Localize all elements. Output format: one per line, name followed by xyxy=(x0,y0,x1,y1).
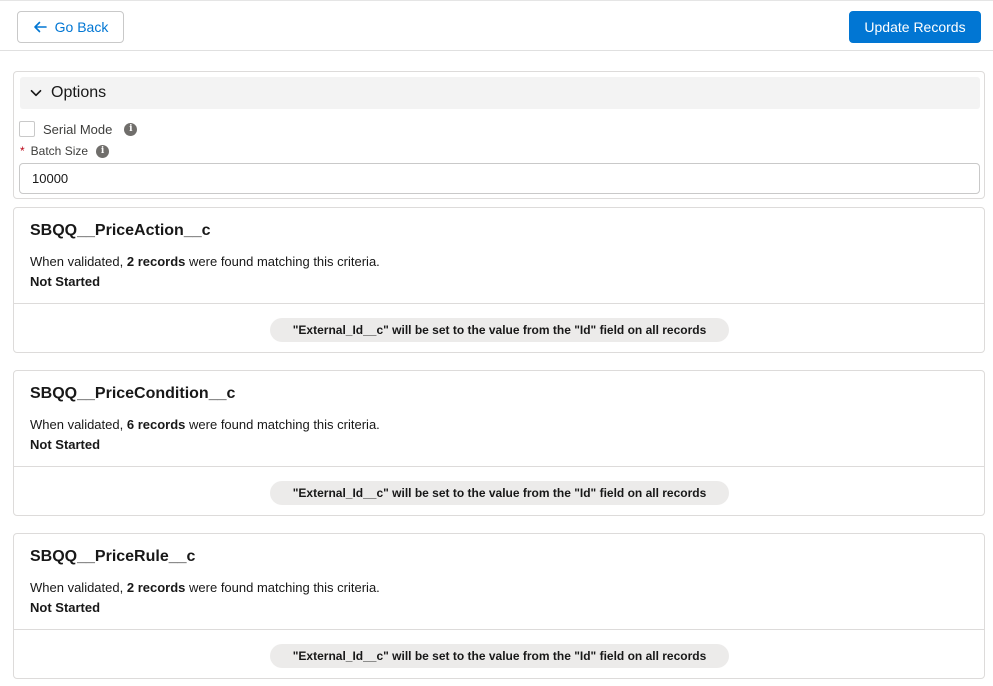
record-count: 6 records xyxy=(126,417,186,432)
top-toolbar: Go Back Update Records xyxy=(0,0,993,51)
field-mapping-pill: "External_Id__c" will be set to the valu… xyxy=(270,481,729,505)
description-suffix: were found matching this criteria. xyxy=(189,417,380,432)
field-mapping-pill: "External_Id__c" will be set to the valu… xyxy=(270,644,729,668)
options-toggle[interactable]: Options xyxy=(20,77,980,109)
object-title: SBQQ__PriceRule__c xyxy=(30,548,196,565)
object-description: When validated, 6 records were found mat… xyxy=(30,417,380,432)
batch-size-label-row: * Batch Size i xyxy=(20,143,110,159)
description-prefix: When validated, xyxy=(30,254,124,269)
description-suffix: were found matching this criteria. xyxy=(189,254,380,269)
divider xyxy=(14,303,984,304)
record-count: 2 records xyxy=(126,580,186,595)
arrow-left-icon xyxy=(33,21,47,33)
batch-size-value: 10000 xyxy=(32,171,69,186)
batch-size-input[interactable]: 10000 xyxy=(19,163,980,194)
serial-mode-checkbox[interactable] xyxy=(19,121,35,137)
description-suffix: were found matching this criteria. xyxy=(189,580,380,595)
info-icon[interactable]: i xyxy=(96,144,110,158)
update-records-label: Update Records xyxy=(864,19,966,35)
object-card: SBQQ__PriceCondition__c When validated, … xyxy=(13,370,985,516)
object-status: Not Started xyxy=(30,437,101,452)
record-count: 2 records xyxy=(126,254,186,269)
object-description: When validated, 2 records were found mat… xyxy=(30,254,380,269)
object-card: SBQQ__PriceRule__c When validated, 2 rec… xyxy=(13,533,985,679)
go-back-button[interactable]: Go Back xyxy=(17,11,124,43)
object-title: SBQQ__PriceAction__c xyxy=(30,222,211,239)
update-records-button[interactable]: Update Records xyxy=(849,11,981,43)
object-status: Not Started xyxy=(30,600,101,615)
description-prefix: When validated, xyxy=(30,580,124,595)
go-back-label: Go Back xyxy=(54,19,109,35)
chevron-down-icon xyxy=(30,89,42,97)
field-mapping-pill: "External_Id__c" will be set to the valu… xyxy=(270,318,729,342)
divider xyxy=(14,629,984,630)
description-prefix: When validated, xyxy=(30,417,124,432)
object-description: When validated, 2 records were found mat… xyxy=(30,580,380,595)
required-marker: * xyxy=(20,144,25,158)
divider xyxy=(14,466,984,467)
info-icon[interactable]: i xyxy=(124,122,138,136)
serial-mode-label: Serial Mode xyxy=(43,121,113,137)
serial-mode-row: Serial Mode i xyxy=(19,120,138,138)
batch-size-label: Batch Size xyxy=(30,144,89,158)
object-status: Not Started xyxy=(30,274,101,289)
object-card: SBQQ__PriceAction__c When validated, 2 r… xyxy=(13,207,985,353)
options-section: Options Serial Mode i * Batch Size i 100… xyxy=(13,71,985,199)
options-title: Options xyxy=(51,84,107,101)
object-title: SBQQ__PriceCondition__c xyxy=(30,385,236,402)
